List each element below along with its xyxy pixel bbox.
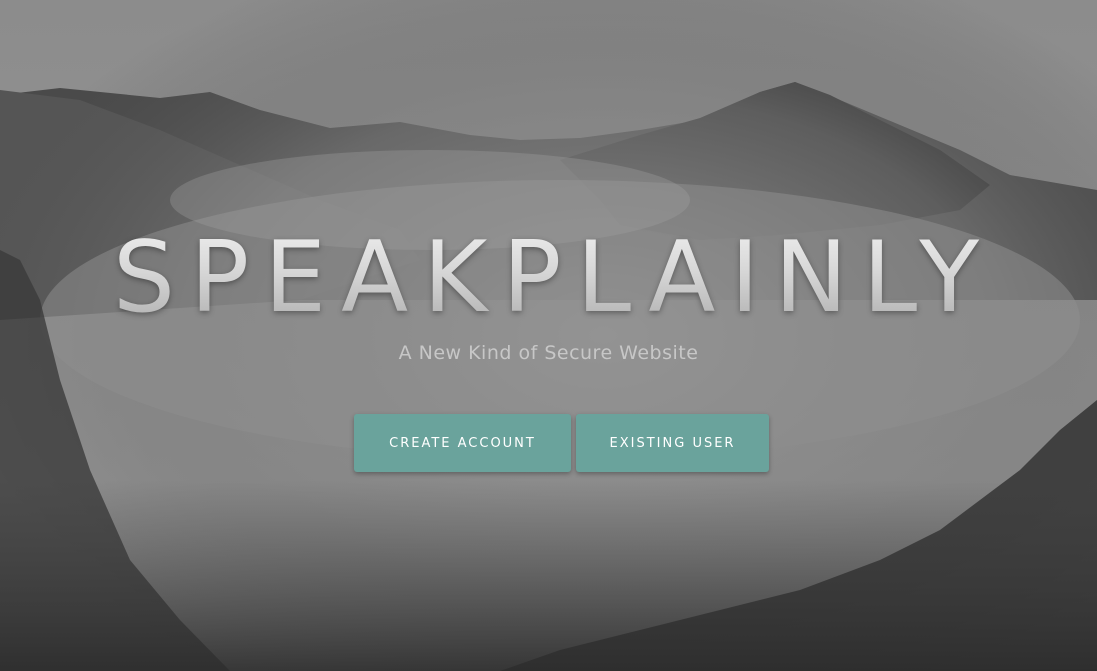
brand-title: SPEAKPLAINLY <box>0 218 1097 338</box>
hero-actions: CREATE ACCOUNT EXISTING USER <box>354 414 769 472</box>
existing-user-button[interactable]: EXISTING USER <box>576 414 769 472</box>
create-account-button[interactable]: CREATE ACCOUNT <box>354 414 571 472</box>
tagline: A New Kind of Secure Website <box>398 342 699 364</box>
hero-section: SPEAKPLAINLY A New Kind of Secure Websit… <box>0 0 1097 671</box>
